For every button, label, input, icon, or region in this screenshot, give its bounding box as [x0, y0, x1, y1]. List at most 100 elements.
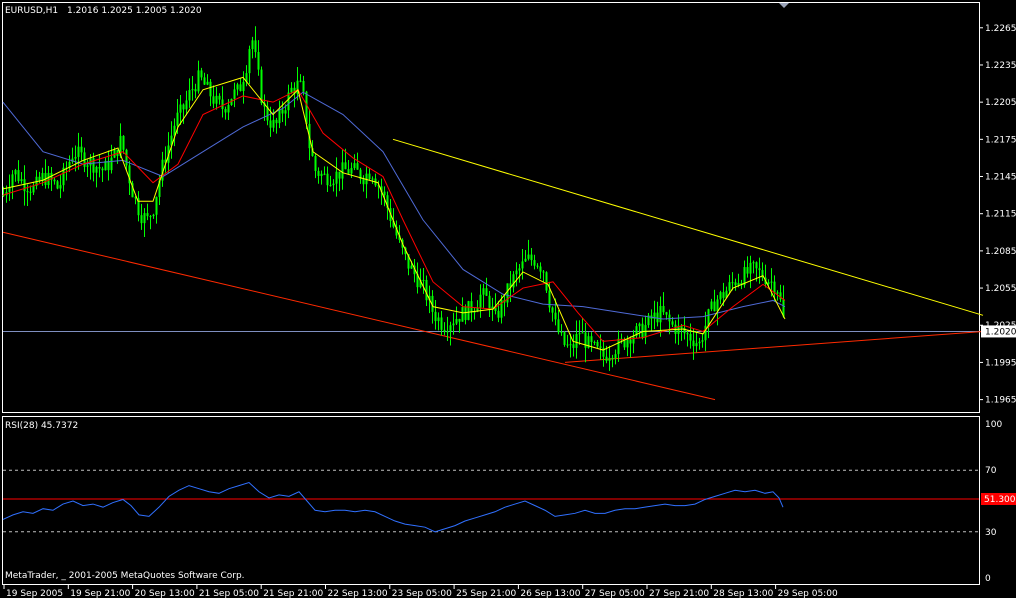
candle-body: [98, 167, 101, 169]
candle-body: [317, 170, 320, 176]
candle-body: [728, 282, 731, 291]
candle-body: [527, 254, 530, 259]
candle-body: [686, 333, 689, 335]
time-tick-label: 20 Sep 13:00: [135, 589, 195, 598]
candle-body: [209, 81, 212, 97]
candle-body: [224, 109, 227, 113]
candle-body: [593, 341, 596, 343]
candle-body: [191, 89, 194, 91]
rsi-tick-label: 70: [985, 466, 997, 476]
candle-body: [734, 282, 737, 286]
candle-body: [347, 169, 350, 174]
candle-body: [608, 357, 611, 361]
candle-body: [731, 282, 734, 284]
candle-body: [659, 306, 662, 323]
candle-body: [566, 344, 569, 346]
rsi-plot: [2, 469, 979, 533]
candle-body: [737, 282, 740, 286]
candle-body: [140, 215, 143, 224]
candle-body: [710, 301, 713, 310]
rsi-panel-frame: [2, 416, 980, 585]
candle-body: [32, 185, 35, 193]
candle-body: [284, 110, 287, 114]
candle-body: [704, 325, 707, 341]
candle-body: [371, 178, 374, 180]
trend-line-lower: [2, 231, 716, 401]
candle-body: [38, 176, 41, 181]
candle-body: [260, 69, 263, 104]
rsi-tick-label: 0: [985, 574, 991, 584]
candle-body: [326, 173, 329, 186]
candle-body: [248, 49, 251, 74]
symbol-label: EURUSD,H1: [5, 6, 58, 16]
candle-body: [521, 261, 524, 269]
candle-body: [695, 343, 698, 347]
rsi-level-label: 51.3000: [984, 495, 1016, 505]
candle-body: [554, 312, 557, 320]
price-tick-label: 1.2145: [985, 173, 1016, 183]
candle-body: [362, 179, 365, 185]
candle-body: [200, 70, 203, 78]
candle-body: [539, 266, 542, 272]
price-tick-label: 1.2205: [985, 98, 1016, 108]
price-panel-frame: [2, 2, 980, 413]
candle-body: [542, 271, 545, 273]
candle-body: [59, 185, 62, 189]
price-tick-label: 1.2055: [985, 284, 1016, 294]
candle-body: [332, 183, 335, 186]
price-tick-label: 1.1995: [985, 358, 1016, 368]
candle-body: [551, 307, 554, 313]
candle-body: [350, 168, 353, 174]
candle-body: [746, 267, 749, 274]
candle-body: [242, 82, 245, 92]
candle-body: [701, 340, 704, 342]
price-tick-label: 1.2085: [985, 247, 1016, 257]
candle-body: [239, 84, 242, 92]
time-axis[interactable]: 19 Sep 2005 19 Sep 21:00 20 Sep 13:00 21 Se…: [3, 585, 838, 598]
candle-body: [575, 334, 578, 348]
candle-body: [512, 274, 515, 288]
candle-body: [617, 338, 620, 355]
candle-body: [482, 288, 485, 295]
candle-body: [281, 109, 284, 114]
candle-body: [698, 341, 701, 344]
candle-body: [557, 319, 560, 333]
candle-body: [749, 262, 752, 274]
candle-body: [488, 295, 491, 310]
candle-body: [212, 96, 215, 104]
candle-body: [578, 333, 581, 335]
candle-body: [122, 135, 125, 150]
candle-body: [80, 146, 83, 153]
candle-body: [353, 163, 356, 169]
rsi-tick-label: 100: [985, 420, 1002, 430]
candle-body: [236, 84, 239, 90]
candle-body: [533, 260, 536, 266]
candle-body: [497, 310, 500, 318]
candle-body: [410, 265, 413, 269]
candle-body: [95, 167, 98, 173]
time-tick-label: 28 Sep 13:00: [713, 589, 773, 598]
candle-body: [227, 104, 230, 113]
candle-body: [689, 334, 692, 341]
candle-body: [233, 89, 236, 99]
candle-body: [581, 332, 584, 334]
candle-body: [356, 163, 359, 170]
candle-body: [215, 95, 218, 104]
candle-body: [464, 307, 467, 320]
time-tick-label: 29 Sep 05:00: [778, 589, 838, 598]
candle-body: [719, 292, 722, 300]
candle-body: [17, 170, 20, 182]
price-axis[interactable]: 1.2265 1.2235 1.2205 1.2175 1.2145 1.2115 1.20…: [979, 24, 1016, 406]
candle-body: [446, 331, 449, 333]
candle-body: [758, 268, 761, 271]
chart-shift-marker[interactable]: [779, 3, 789, 8]
candle-body: [485, 288, 488, 296]
candle-body: [77, 146, 80, 157]
trading-chart[interactable]: EURUSD,H1 1.2016 1.2025 1.2005 1.2020 RS…: [0, 0, 1016, 598]
candle-body: [722, 292, 725, 298]
candle-body: [314, 155, 317, 171]
candle-body: [275, 119, 278, 124]
candle-body: [605, 356, 608, 361]
candle-body: [320, 173, 323, 176]
time-tick-label: 21 Sep 21:00: [263, 589, 323, 598]
